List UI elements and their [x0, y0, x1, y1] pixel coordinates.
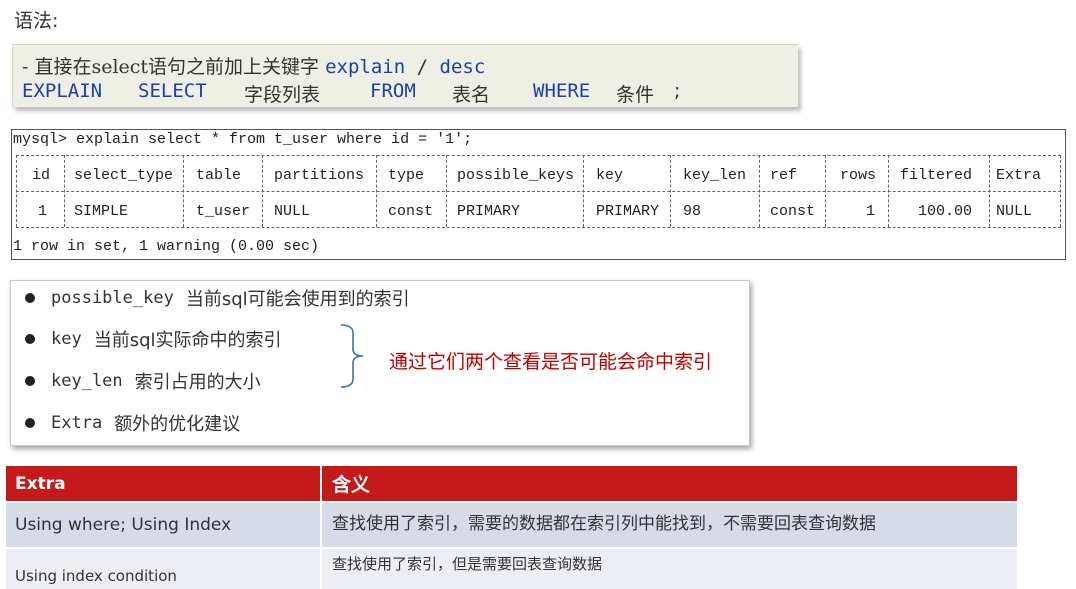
bullet-icon [25, 376, 35, 386]
table-cell: NULL [996, 203, 1033, 220]
table-cell: const [388, 203, 434, 220]
list-item: possible_key 当前sql可能会使用到的索引 [25, 283, 410, 313]
syntax-prefix: - 直接在select语句之前加上关键字 [22, 56, 326, 78]
table-cell: const [770, 203, 816, 220]
column-separator [376, 155, 377, 227]
column-separator [888, 155, 889, 227]
table-row: Using index condition 查找使用了索引，但是需要回表查询数据 [6, 549, 1017, 589]
syntax-token: FROM [370, 80, 416, 102]
table-cell: 1 [866, 203, 876, 220]
table-cell: Using where; Using Index [6, 503, 322, 547]
column-header: ref [770, 167, 798, 184]
keyword-separator: / [405, 56, 440, 78]
table-cell: Using index condition [6, 549, 322, 589]
column-separator [670, 155, 671, 227]
explain-fields-box: possible_key 当前sql可能会使用到的索引 key 当前sql实际命中的… [10, 280, 750, 446]
bullet-icon [25, 293, 35, 303]
table-cell: 查找使用了索引，需要的数据都在索引列中能找到，不需要回表查询数据 [321, 503, 1017, 547]
field-term: key [51, 329, 82, 349]
extra-meaning-table: Extra 含义 Using where; Using Index 查找使用了索… [6, 466, 1017, 589]
bullet-icon [25, 418, 35, 428]
table-border-line [16, 155, 1061, 156]
list-item: key 当前sql实际命中的索引 [25, 324, 282, 354]
syntax-token: 字段列表 [244, 84, 321, 106]
curly-brace-icon [340, 324, 364, 388]
field-description: 索引占用的大小 [134, 372, 261, 393]
column-header: Extra [996, 167, 1042, 184]
brace-note: 通过它们两个查看是否可能会命中索引 [389, 351, 713, 373]
column-header: key [596, 167, 624, 184]
field-description: 额外的优化建议 [114, 414, 241, 435]
console-status: 1 row in set, 1 warning (0.00 sec) [13, 238, 320, 255]
column-header: table [196, 167, 242, 184]
table-cell: PRIMARY [596, 203, 660, 220]
field-term: possible_key [51, 288, 174, 308]
column-header: rows [840, 167, 877, 184]
column-separator [262, 155, 263, 227]
column-separator [825, 155, 826, 227]
column-header: select_type [74, 167, 174, 184]
table-cell: t_user [196, 203, 251, 220]
column-separator [583, 155, 584, 227]
table-header-row: Extra 含义 [6, 466, 1017, 501]
column-header: filtered [900, 167, 973, 184]
column-separator [989, 155, 990, 227]
syntax-token: 表名 [452, 84, 491, 106]
section-heading: 语法: [14, 10, 59, 32]
column-header: 含义 [321, 466, 1017, 501]
keyword-explain: explain [325, 56, 406, 78]
syntax-token: 条件 [616, 84, 655, 106]
field-term: key_len [51, 371, 123, 391]
console-command: mysql> explain select * from t_user wher… [13, 131, 473, 148]
column-header: id [32, 167, 51, 184]
column-separator [446, 155, 447, 227]
table-cell: 100.00 [918, 203, 973, 220]
field-description: 当前sql可能会使用到的索引 [185, 289, 410, 310]
column-separator [16, 155, 17, 227]
column-separator [759, 155, 760, 227]
syntax-description: - 直接在select语句之前加上关键字 explain / desc [22, 52, 485, 79]
field-term: Extra [51, 413, 103, 433]
field-description: 当前sql实际命中的索引 [93, 330, 282, 351]
table-cell: 查找使用了索引，但是需要回表查询数据 [321, 549, 1017, 589]
list-item: Extra 额外的优化建议 [25, 408, 240, 438]
table-cell: PRIMARY [457, 203, 521, 220]
column-header: Extra [6, 466, 322, 501]
table-border-line [16, 227, 1061, 228]
table-cell: SIMPLE [74, 203, 129, 220]
list-item: key_len 索引占用的大小 [25, 366, 261, 396]
table-border-line [16, 191, 1061, 192]
table-row: Using where; Using Index 查找使用了索引，需要的数据都在… [6, 503, 1017, 547]
table-cell: NULL [274, 203, 311, 220]
column-separator [1060, 155, 1061, 227]
syntax-token: WHERE [533, 80, 591, 102]
column-header: type [388, 167, 425, 184]
syntax-token: EXPLAIN [22, 80, 103, 102]
column-header: key_len [683, 167, 747, 184]
column-header: possible_keys [457, 167, 575, 184]
mysql-console-output: mysql> explain select * from t_user wher… [11, 129, 1066, 260]
keyword-desc: desc [439, 56, 486, 78]
syntax-template: EXPLAIN SELECT 字段列表 FROM 表名 WHERE 条件 ; [22, 80, 792, 106]
table-cell: 98 [683, 203, 702, 220]
table-cell: 1 [38, 203, 48, 220]
syntax-token: ; [674, 80, 681, 102]
syntax-token: SELECT [138, 80, 207, 102]
column-separator [183, 155, 184, 227]
bullet-icon [25, 334, 35, 344]
column-header: partitions [274, 167, 365, 184]
syntax-box: - 直接在select语句之前加上关键字 explain / desc EXPL… [12, 44, 798, 107]
column-separator [64, 155, 65, 227]
